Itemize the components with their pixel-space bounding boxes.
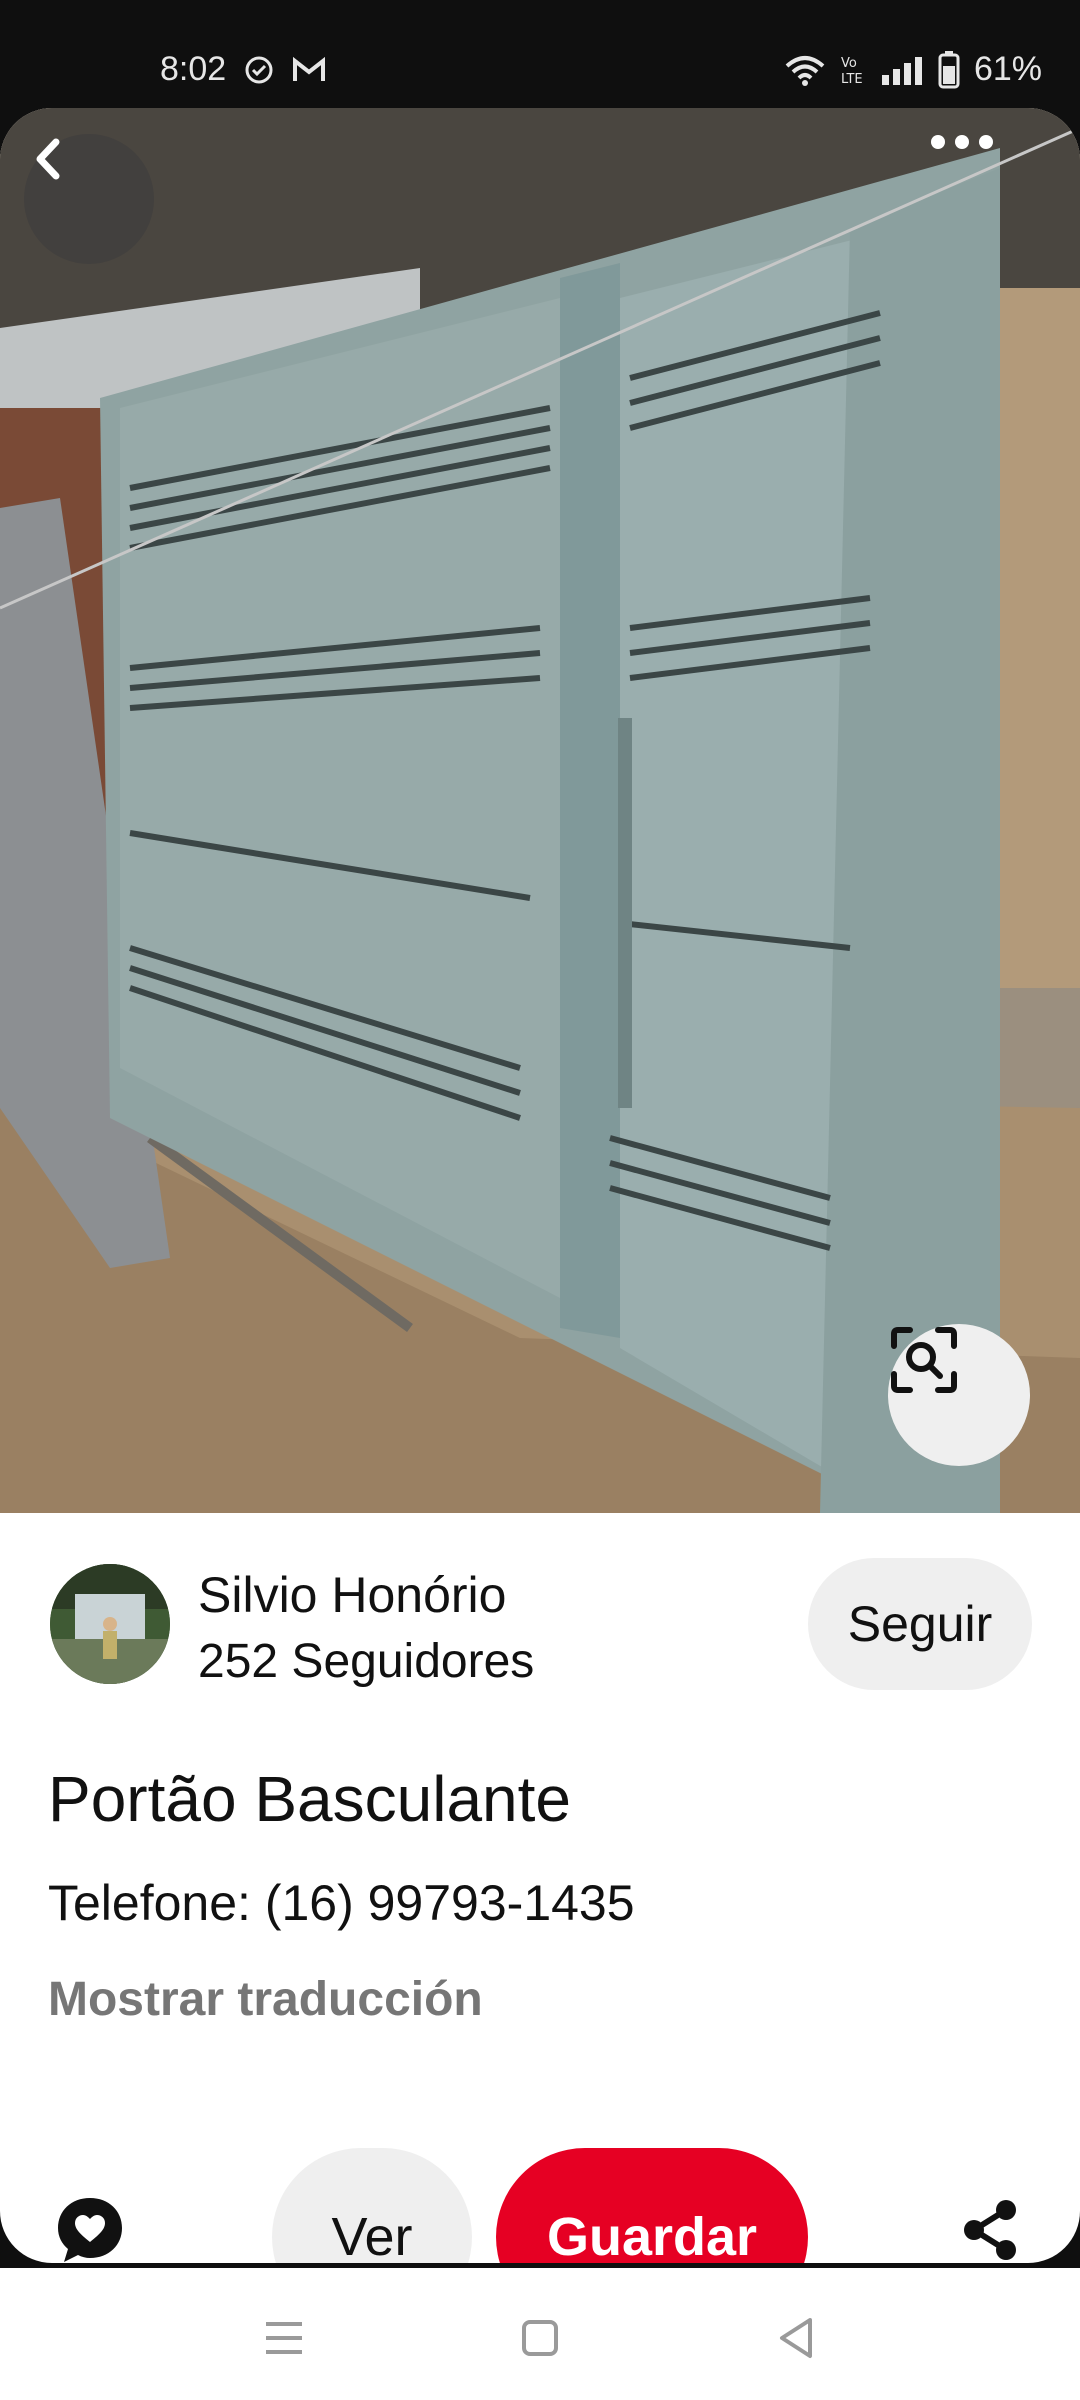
recent-apps-button[interactable] [244,2298,324,2378]
avatar[interactable] [50,1564,170,1684]
action-bar: Ver Guardar [0,2148,1080,2263]
status-bar: 8:02 Vo LTE 61% [0,0,1080,110]
lens-search-icon [891,1327,957,1393]
home-button[interactable] [500,2298,580,2378]
pin-card: Silvio Honório 252 Seguidores Seguir Por… [0,108,1080,2263]
status-time: 8:02 [160,50,227,88]
more-horizontal-icon [931,135,993,149]
follow-button[interactable]: Seguir [808,1558,1032,1690]
comment-button[interactable] [40,2180,140,2263]
battery-icon [938,50,960,89]
creator-name[interactable]: Silvio Honório [198,1566,506,1624]
volte-icon: Vo LTE [840,53,866,87]
system-nav-bar [0,2268,1080,2400]
show-translation-link[interactable]: Mostrar traducción [48,1972,483,2027]
gmail-icon [292,56,326,84]
pin-title: Portão Basculante [48,1763,571,1835]
share-icon [964,2200,1016,2260]
back-button[interactable] [24,134,154,264]
square-icon [522,2320,558,2356]
signal-icon [880,55,924,85]
creator-row: Silvio Honório 252 Seguidores Seguir [50,1558,1040,1694]
pin-image[interactable] [0,108,1080,1513]
share-button[interactable] [940,2180,1040,2263]
menu-lines-icon [266,2322,302,2354]
creator-followers: 252 Seguidores [198,1635,535,1688]
chevron-left-icon [36,138,60,180]
wifi-icon [784,54,826,86]
check-circle-icon [244,55,274,85]
triangle-back-icon [780,2318,812,2358]
visual-search-button[interactable] [888,1324,1030,1466]
comment-heart-icon [58,2198,122,2262]
pin-description: Telefone: (16) 99793-1435 [48,1875,635,1931]
svg-text:Vo: Vo [841,56,857,71]
gate-photo [0,108,1080,1513]
svg-text:LTE: LTE [841,72,863,87]
back-nav-button[interactable] [756,2298,836,2378]
status-right: Vo LTE 61% [784,50,1042,89]
more-options-button[interactable] [930,134,1060,264]
battery-percent: 61% [973,50,1042,88]
view-button[interactable]: Ver [272,2148,472,2263]
status-left: 8:02 [160,50,326,89]
avatar-image [50,1564,170,1684]
save-button[interactable]: Guardar [496,2148,808,2263]
